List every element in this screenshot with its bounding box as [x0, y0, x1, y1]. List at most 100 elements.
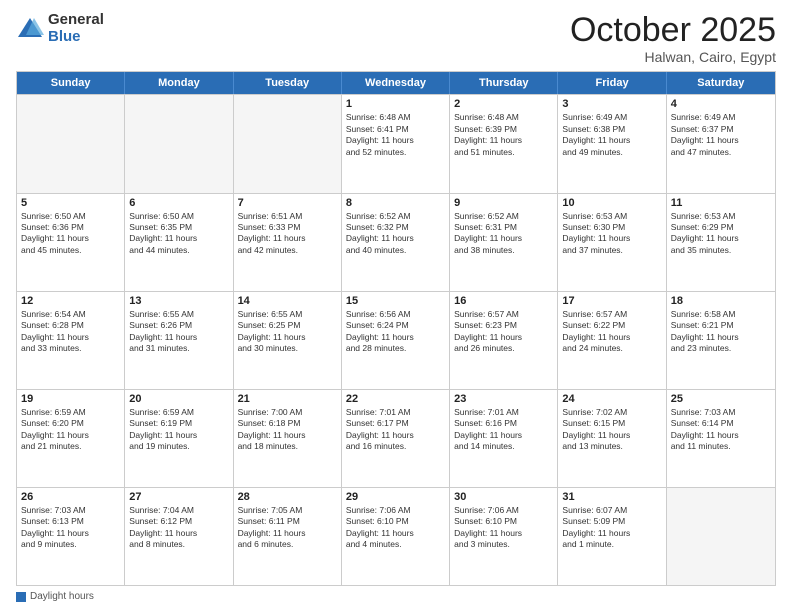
calendar-cell: 9Sunrise: 6:52 AM Sunset: 6:31 PM Daylig… — [450, 194, 558, 291]
day-number: 25 — [671, 393, 771, 405]
cell-info: Sunrise: 6:53 AM Sunset: 6:30 PM Dayligh… — [562, 211, 661, 257]
cell-info: Sunrise: 6:52 AM Sunset: 6:32 PM Dayligh… — [346, 211, 445, 257]
cell-info: Sunrise: 6:55 AM Sunset: 6:26 PM Dayligh… — [129, 309, 228, 355]
cell-info: Sunrise: 7:02 AM Sunset: 6:15 PM Dayligh… — [562, 407, 661, 453]
calendar-cell: 13 Sunrise: 6:55 AM Sunset: 6:26 PM Dayli… — [125, 292, 233, 389]
calendar-cell: 5 Sunrise: 6:50 AM Sunset: 6:36 PM Daylig… — [17, 194, 125, 291]
day-number: 10 — [562, 197, 661, 209]
day-number: 2 — [454, 98, 553, 110]
calendar-cell: 16 Sunrise: 6:57 AM Sunset: 6:23 PM Dayli… — [450, 292, 558, 389]
calendar-row-4: 26 Sunrise: 7:03 AM Sunset: 6:13 PM Dayli… — [17, 487, 775, 585]
header-right: October 2025 Halwan, Cairo, Egypt — [570, 12, 776, 65]
cell-info: Sunrise: 7:03 AM Sunset: 6:13 PM Dayligh… — [21, 505, 120, 551]
cell-info: Sunrise: 6:59 AM Sunset: 6:19 PM Dayligh… — [129, 407, 228, 453]
day-number: 29 — [346, 491, 445, 503]
day-number: 11 — [671, 197, 771, 209]
day-number: 17 — [562, 295, 661, 307]
cell-info: Sunrise: 7:06 AM Sunset: 6:10 PM Dayligh… — [454, 505, 553, 551]
cell-info: Sunrise: 6:50 AM Sunset: 6:35 PM Dayligh… — [129, 211, 228, 257]
cell-info: Sunrise: 7:06 AM Sunset: 6:10 PM Dayligh… — [346, 505, 445, 551]
day-number: 20 — [129, 393, 228, 405]
calendar-cell: 29 Sunrise: 7:06 AM Sunset: 6:10 PM Dayli… — [342, 488, 450, 585]
cell-info: Sunrise: 6:56 AM Sunset: 6:24 PM Dayligh… — [346, 309, 445, 355]
calendar-cell: 6 Sunrise: 6:50 AM Sunset: 6:35 PM Daylig… — [125, 194, 233, 291]
calendar-cell: 10 Sunrise: 6:53 AM Sunset: 6:30 PM Dayli… — [558, 194, 666, 291]
calendar-cell: 14Sunrise: 6:55 AM Sunset: 6:25 PM Dayli… — [234, 292, 342, 389]
day-number: 12 — [21, 295, 120, 307]
day-number: 26 — [21, 491, 120, 503]
day-number: 13 — [129, 295, 228, 307]
calendar-cell: 24Sunrise: 7:02 AM Sunset: 6:15 PM Dayli… — [558, 390, 666, 487]
day-number: 6 — [129, 197, 228, 209]
day-number: 5 — [21, 197, 120, 209]
calendar-cell: 17 Sunrise: 6:57 AM Sunset: 6:22 PM Dayli… — [558, 292, 666, 389]
cell-info: Sunrise: 6:48 AM Sunset: 6:39 PM Dayligh… — [454, 112, 553, 158]
calendar-cell: 22 Sunrise: 7:01 AM Sunset: 6:17 PM Dayli… — [342, 390, 450, 487]
weekday-header-thursday: Thursday — [450, 72, 558, 94]
logo-blue-label: Blue — [48, 29, 104, 46]
cell-info: Sunrise: 6:59 AM Sunset: 6:20 PM Dayligh… — [21, 407, 120, 453]
footer-label: Daylight hours — [30, 591, 94, 602]
cell-info: Sunrise: 6:53 AM Sunset: 6:29 PM Dayligh… — [671, 211, 771, 257]
page: General Blue October 2025 Halwan, Cairo,… — [0, 0, 792, 612]
calendar-row-1: 5 Sunrise: 6:50 AM Sunset: 6:36 PM Daylig… — [17, 193, 775, 291]
calendar-cell — [667, 488, 775, 585]
calendar-cell: 30Sunrise: 7:06 AM Sunset: 6:10 PM Dayli… — [450, 488, 558, 585]
day-number: 8 — [346, 197, 445, 209]
day-number: 15 — [346, 295, 445, 307]
calendar-cell: 11 Sunrise: 6:53 AM Sunset: 6:29 PM Dayli… — [667, 194, 775, 291]
calendar-header: SundayMondayTuesdayWednesdayThursdayFrid… — [17, 72, 775, 94]
month-title: October 2025 — [570, 12, 776, 49]
day-number: 4 — [671, 98, 771, 110]
logo: General Blue — [16, 12, 104, 45]
cell-info: Sunrise: 6:54 AM Sunset: 6:28 PM Dayligh… — [21, 309, 120, 355]
day-number: 23 — [454, 393, 553, 405]
calendar-cell: 28Sunrise: 7:05 AM Sunset: 6:11 PM Dayli… — [234, 488, 342, 585]
cell-info: Sunrise: 7:01 AM Sunset: 6:17 PM Dayligh… — [346, 407, 445, 453]
cell-info: Sunrise: 7:00 AM Sunset: 6:18 PM Dayligh… — [238, 407, 337, 453]
calendar-row-0: 1Sunrise: 6:48 AM Sunset: 6:41 PM Daylig… — [17, 94, 775, 192]
cell-info: Sunrise: 6:07 AM Sunset: 5:09 PM Dayligh… — [562, 505, 661, 551]
weekday-header-sunday: Sunday — [17, 72, 125, 94]
weekday-header-friday: Friday — [558, 72, 666, 94]
day-number: 22 — [346, 393, 445, 405]
calendar-cell — [17, 95, 125, 192]
calendar-row-3: 19Sunrise: 6:59 AM Sunset: 6:20 PM Dayli… — [17, 389, 775, 487]
calendar-cell — [125, 95, 233, 192]
day-number: 21 — [238, 393, 337, 405]
cell-info: Sunrise: 7:04 AM Sunset: 6:12 PM Dayligh… — [129, 505, 228, 551]
cell-info: Sunrise: 6:51 AM Sunset: 6:33 PM Dayligh… — [238, 211, 337, 257]
cell-info: Sunrise: 6:50 AM Sunset: 6:36 PM Dayligh… — [21, 211, 120, 257]
weekday-header-tuesday: Tuesday — [234, 72, 342, 94]
calendar-cell: 7 Sunrise: 6:51 AM Sunset: 6:33 PM Daylig… — [234, 194, 342, 291]
cell-info: Sunrise: 6:57 AM Sunset: 6:22 PM Dayligh… — [562, 309, 661, 355]
day-number: 28 — [238, 491, 337, 503]
day-number: 18 — [671, 295, 771, 307]
logo-icon — [16, 15, 44, 43]
day-number: 3 — [562, 98, 661, 110]
weekday-header-saturday: Saturday — [667, 72, 775, 94]
logo-general-label: General — [48, 12, 104, 29]
calendar-cell: 2 Sunrise: 6:48 AM Sunset: 6:39 PM Daylig… — [450, 95, 558, 192]
calendar-cell: 21 Sunrise: 7:00 AM Sunset: 6:18 PM Dayli… — [234, 390, 342, 487]
calendar-row-2: 12 Sunrise: 6:54 AM Sunset: 6:28 PM Dayli… — [17, 291, 775, 389]
weekday-header-monday: Monday — [125, 72, 233, 94]
calendar-cell: 18 Sunrise: 6:58 AM Sunset: 6:21 PM Dayli… — [667, 292, 775, 389]
cell-info: Sunrise: 6:58 AM Sunset: 6:21 PM Dayligh… — [671, 309, 771, 355]
weekday-header-wednesday: Wednesday — [342, 72, 450, 94]
cell-info: Sunrise: 6:48 AM Sunset: 6:41 PM Dayligh… — [346, 112, 445, 158]
day-number: 9 — [454, 197, 553, 209]
day-number: 16 — [454, 295, 553, 307]
footer-dot — [16, 592, 26, 602]
calendar-cell: 20 Sunrise: 6:59 AM Sunset: 6:19 PM Dayli… — [125, 390, 233, 487]
cell-info: Sunrise: 6:55 AM Sunset: 6:25 PM Dayligh… — [238, 309, 337, 355]
calendar-cell: 27Sunrise: 7:04 AM Sunset: 6:12 PM Dayli… — [125, 488, 233, 585]
calendar-cell: 31 Sunrise: 6:07 AM Sunset: 5:09 PM Dayli… — [558, 488, 666, 585]
calendar-cell: 23Sunrise: 7:01 AM Sunset: 6:16 PM Dayli… — [450, 390, 558, 487]
location: Halwan, Cairo, Egypt — [570, 49, 776, 65]
calendar-cell: 3Sunrise: 6:49 AM Sunset: 6:38 PM Daylig… — [558, 95, 666, 192]
cell-info: Sunrise: 6:57 AM Sunset: 6:23 PM Dayligh… — [454, 309, 553, 355]
calendar-cell — [234, 95, 342, 192]
day-number: 31 — [562, 491, 661, 503]
day-number: 7 — [238, 197, 337, 209]
